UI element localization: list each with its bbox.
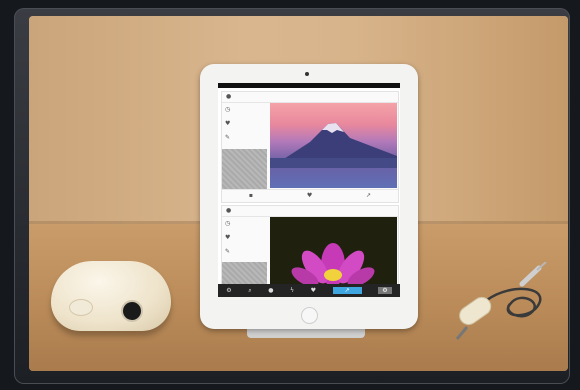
photo: ● ◷ ♥ ✎ ▪ ♥ ↗ ● ◷ ♥ ✎ ⚙ ⌕ ● ϟ ♥ ↗ ⚙ [29,16,568,371]
placeholder-block [222,149,267,189]
tablet-camera [305,72,309,76]
clock-icon: ◷ [225,106,231,113]
tablet: ● ◷ ♥ ✎ ▪ ♥ ↗ ● ◷ ♥ ✎ ⚙ ⌕ ● ϟ ♥ ↗ ⚙ [200,64,418,329]
user-icon[interactable]: ● [268,287,273,294]
pencil-icon[interactable]: ✎ [225,249,230,255]
post-meta: ◷ ♥ ✎ [222,103,267,145]
lotus-shape [270,217,397,286]
post-header: ● [222,92,398,103]
tablet-screen: ● ◷ ♥ ✎ ▪ ♥ ↗ ● ◷ ♥ ✎ ⚙ ⌕ ● ϟ ♥ ↗ ⚙ [218,83,400,297]
share-icon[interactable]: ↗ [332,287,362,294]
status-bar [218,83,400,88]
heart-icon[interactable]: ♥ [225,235,230,241]
share-icon[interactable]: ↗ [366,193,371,199]
robot-eye [121,300,143,322]
mountain-shape [270,123,397,168]
post-actions: ▪ ♥ ↗ [222,189,398,202]
post-header: ● [222,206,398,217]
user-icon: ● [226,93,232,100]
post-card[interactable]: ● ◷ ♥ ✎ [221,205,399,287]
heart-icon[interactable]: ♥ [225,121,230,127]
heart-icon[interactable]: ♥ [307,193,312,199]
heart-icon[interactable]: ♥ [311,287,316,294]
user-icon: ● [226,207,232,214]
robot-arm [69,299,93,316]
tab-bar: ⚙ ⌕ ● ϟ ♥ ↗ ⚙ [218,284,400,297]
sensor-cable [455,262,547,340]
post-card[interactable]: ● ◷ ♥ ✎ ▪ ♥ ↗ [221,91,399,203]
search-icon[interactable]: ⌕ [248,287,251,295]
clock-icon: ◷ [225,220,231,227]
settings-icon[interactable]: ⚙ [226,287,231,294]
home-button[interactable] [301,307,318,324]
pencil-icon[interactable]: ✎ [225,135,230,141]
trash-icon[interactable]: ▪ [249,193,253,199]
post-meta: ◷ ♥ ✎ [222,217,267,259]
gear-icon[interactable]: ⚙ [378,287,392,294]
bolt-icon[interactable]: ϟ [290,287,294,294]
placeholder-block [222,262,267,286]
lotus-photo[interactable] [270,217,397,286]
mountain-photo[interactable] [270,103,397,188]
robot-body [51,261,171,331]
